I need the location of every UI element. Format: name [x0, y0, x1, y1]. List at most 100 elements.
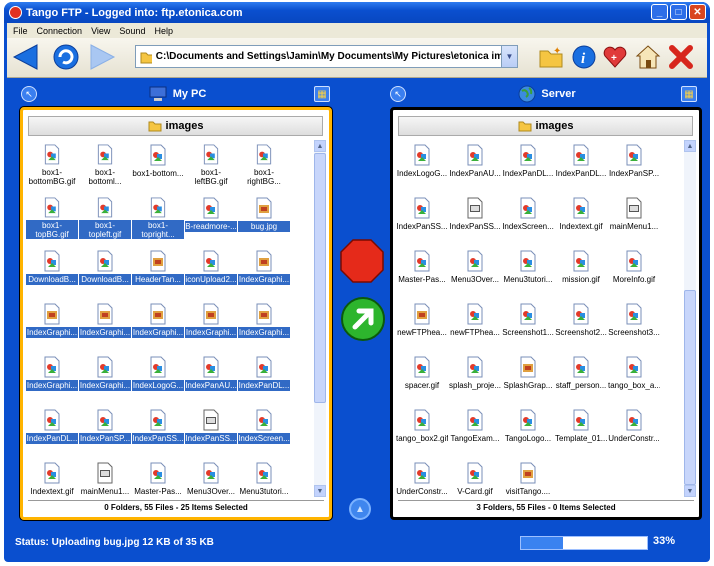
file-item[interactable]: box1-topleft.gif: [79, 194, 131, 239]
left-scrollbar[interactable]: ▲ ▼: [314, 140, 326, 497]
file-item[interactable]: IndexPanSS...: [185, 406, 237, 451]
file-item[interactable]: DownloadB...: [26, 247, 78, 292]
menu-view[interactable]: View: [91, 26, 110, 36]
file-item[interactable]: B-readmore-...: [185, 194, 237, 239]
file-item[interactable]: box1-bottomBG.gif: [26, 141, 78, 186]
file-item[interactable]: Screenshot2...: [555, 300, 607, 345]
file-item[interactable]: Master-Pas...: [132, 459, 184, 504]
right-scrollbar[interactable]: ▲ ▼: [684, 140, 696, 497]
file-item[interactable]: newFTPhea...: [396, 300, 448, 345]
left-view-toggle-button[interactable]: ▦: [314, 86, 330, 102]
file-item[interactable]: Indextext.gif: [555, 194, 607, 239]
refresh-icon[interactable]: [51, 42, 81, 72]
close-window-button[interactable]: ✕: [689, 4, 706, 20]
file-item[interactable]: IndexGraphi...: [238, 300, 290, 345]
file-item[interactable]: MoreInfo.gif: [608, 247, 660, 292]
file-item[interactable]: IndexGraphi...: [26, 353, 78, 398]
file-item[interactable]: TangoExam...: [449, 406, 501, 451]
file-item[interactable]: tango_box2.gif: [396, 406, 448, 451]
file-item[interactable]: Screenshot3...: [608, 300, 660, 345]
file-item[interactable]: TangoLogo...: [502, 406, 554, 451]
file-item[interactable]: Menu3Over...: [449, 247, 501, 292]
minimize-button[interactable]: _: [651, 4, 668, 20]
file-item[interactable]: box1-leftBG.gif: [185, 141, 237, 186]
stop-transfer-icon[interactable]: [340, 239, 384, 283]
file-item[interactable]: Menu3tutori...: [238, 459, 290, 504]
file-item[interactable]: DownloadB...: [79, 247, 131, 292]
file-item[interactable]: box1-bottoml...: [79, 141, 131, 186]
menu-sound[interactable]: Sound: [119, 26, 145, 36]
file-item[interactable]: IndexScreen...: [238, 406, 290, 451]
file-item[interactable]: IndexPanAU...: [185, 353, 237, 398]
maximize-button[interactable]: □: [670, 4, 687, 20]
file-item[interactable]: spacer.gif: [396, 353, 448, 398]
file-item[interactable]: IndexLogoG...: [132, 353, 184, 398]
scroll-up-arrow[interactable]: ▲: [314, 140, 326, 152]
file-item[interactable]: newFTPhea...: [449, 300, 501, 345]
file-item[interactable]: IndexPanSS...: [449, 194, 501, 239]
scroll-thumb[interactable]: [314, 153, 326, 403]
file-item[interactable]: mission.gif: [555, 247, 607, 292]
file-item[interactable]: SplashGrap...: [502, 353, 554, 398]
file-item[interactable]: splash_proje...: [449, 353, 501, 398]
file-item[interactable]: mainMenu1...: [608, 194, 660, 239]
file-item[interactable]: box1-rightBG...: [238, 141, 290, 186]
menu-help[interactable]: Help: [154, 26, 173, 36]
file-item[interactable]: IndexLogoG...: [396, 141, 448, 186]
file-item[interactable]: IndexGraphi...: [132, 300, 184, 345]
scroll-down-arrow[interactable]: ▼: [314, 485, 326, 497]
file-item[interactable]: IndexPanSP...: [608, 141, 660, 186]
file-item[interactable]: IndexPanSP...: [79, 406, 131, 451]
scroll-thumb[interactable]: [684, 290, 696, 485]
file-item[interactable]: HeaderTan...: [132, 247, 184, 292]
file-name: B-readmore-...: [185, 221, 237, 232]
file-item[interactable]: tango_box_a...: [608, 353, 660, 398]
menu-file[interactable]: File: [13, 26, 28, 36]
file-item[interactable]: IndexPanSS...: [132, 406, 184, 451]
file-item[interactable]: Menu3Over...: [185, 459, 237, 504]
scroll-down-arrow[interactable]: ▼: [684, 485, 696, 497]
file-item[interactable]: IndexGraphi...: [26, 300, 78, 345]
file-item[interactable]: Screenshot1...: [502, 300, 554, 345]
back-arrow-icon[interactable]: [11, 42, 41, 72]
file-item[interactable]: IndexGraphi...: [238, 247, 290, 292]
forward-arrow-icon[interactable]: [87, 42, 117, 72]
file-item[interactable]: IndexScreen...: [502, 194, 554, 239]
file-item[interactable]: IndexPanAU...: [449, 141, 501, 186]
file-item[interactable]: IndexPanDL...: [502, 141, 554, 186]
file-item[interactable]: box1-bottom...: [132, 141, 184, 186]
scroll-up-arrow[interactable]: ▲: [684, 140, 696, 152]
file-item[interactable]: IndexGraphi...: [79, 353, 131, 398]
file-item[interactable]: Template_01...: [555, 406, 607, 451]
file-item[interactable]: UnderConstr...: [608, 406, 660, 451]
file-item[interactable]: IndexGraphi...: [185, 300, 237, 345]
file-item[interactable]: IndexGraphi...: [79, 300, 131, 345]
file-item[interactable]: Menu3tutori...: [502, 247, 554, 292]
file-item[interactable]: box1-topBG.gif: [26, 194, 78, 239]
disconnect-x-icon[interactable]: [667, 42, 695, 72]
path-combobox[interactable]: C:\Documents and Settings\Jamin\My Docum…: [135, 45, 518, 68]
file-item[interactable]: iconUpload2...: [185, 247, 237, 292]
home-icon[interactable]: [634, 42, 662, 72]
file-item[interactable]: Indextext.gif: [26, 459, 78, 504]
file-item[interactable]: V-Card.gif: [449, 459, 501, 504]
file-item[interactable]: staff_person...: [555, 353, 607, 398]
info-icon[interactable]: i: [570, 42, 598, 72]
file-item[interactable]: Master-Pas...: [396, 247, 448, 292]
right-view-toggle-button[interactable]: ▦: [681, 86, 697, 102]
file-item[interactable]: IndexPanDL...: [555, 141, 607, 186]
file-item[interactable]: bug.jpg: [238, 194, 290, 239]
file-item[interactable]: IndexPanDL...: [238, 353, 290, 398]
favorites-heart-icon[interactable]: +: [601, 42, 629, 72]
file-item[interactable]: visitTango....: [502, 459, 554, 504]
upload-arrow-button[interactable]: ▲: [349, 498, 371, 520]
transfer-go-icon[interactable]: [340, 296, 386, 342]
path-dropdown-button[interactable]: ▼: [501, 46, 517, 67]
file-item[interactable]: mainMenu1...: [79, 459, 131, 504]
file-item[interactable]: box1-topright...: [132, 194, 184, 239]
file-item[interactable]: IndexPanSS...: [396, 194, 448, 239]
file-item[interactable]: UnderConstr...: [396, 459, 448, 504]
new-folder-icon[interactable]: ✦: [537, 42, 565, 72]
menu-connection[interactable]: Connection: [37, 26, 83, 36]
file-item[interactable]: IndexPanDL...: [26, 406, 78, 451]
